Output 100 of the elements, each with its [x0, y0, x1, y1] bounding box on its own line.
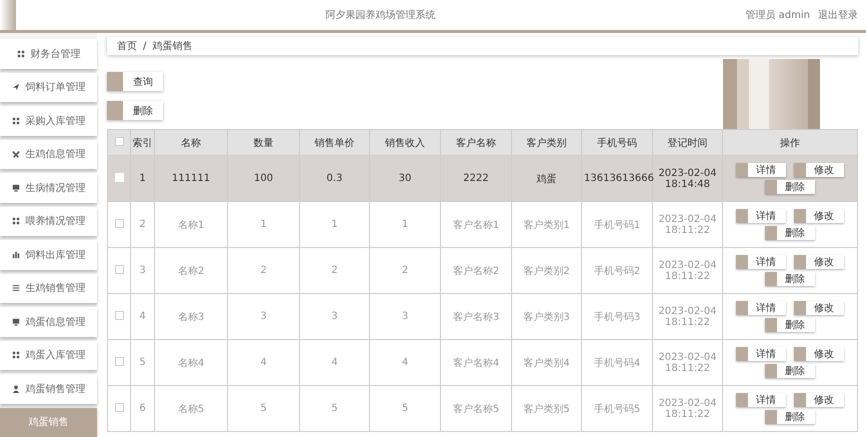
- sidebar-item[interactable]: 鸡蛋信息管理: [0, 307, 97, 336]
- column-header: 销售单价: [300, 130, 370, 156]
- table-cell: 手机号码1: [582, 202, 652, 248]
- checkbox[interactable]: [114, 402, 124, 412]
- table-cell: 13613613666: [582, 156, 652, 202]
- table-cell: 手机号码4: [582, 340, 652, 386]
- details-button[interactable]: 详情: [736, 255, 786, 269]
- table-cell: 手机号码3: [582, 294, 652, 340]
- table-cell: 2: [228, 248, 300, 294]
- grid-icon: [16, 50, 24, 58]
- sidebar-item[interactable]: 生病情况管理: [0, 173, 97, 202]
- list-icon: [12, 284, 20, 292]
- column-header: 销售收入: [370, 130, 440, 156]
- table-cell: 2023-02-04 18:11:22: [652, 340, 722, 386]
- sidebar-item[interactable]: 鸡蛋入库管理: [0, 340, 97, 370]
- table-cell: 手机号码2: [582, 248, 652, 294]
- table-cell: 6: [130, 386, 154, 432]
- table-cell: 4: [300, 340, 370, 386]
- edit-button[interactable]: 修改: [794, 255, 844, 269]
- grid-icon: [12, 217, 20, 226]
- checkbox[interactable]: [114, 356, 124, 366]
- monitor-icon: [12, 318, 20, 326]
- edit-button[interactable]: 修改: [794, 301, 844, 315]
- table-cell: 2222: [440, 156, 512, 202]
- delete-button[interactable]: 删除: [765, 318, 815, 332]
- table-cell: 客户名称5: [440, 386, 512, 432]
- table-cell: 名称3: [154, 294, 228, 340]
- checkbox[interactable]: [114, 310, 124, 320]
- table-cell: 客户类别3: [512, 294, 582, 340]
- table-cell: 名称1: [154, 202, 228, 248]
- table-cell: 3: [300, 294, 370, 340]
- sidebar-item[interactable]: 采购入库管理: [0, 106, 97, 136]
- checkbox[interactable]: [114, 136, 124, 146]
- table-cell: 3: [228, 294, 300, 340]
- table-cell: 4: [130, 294, 154, 340]
- breadcrumb-item[interactable]: 首页: [117, 39, 137, 53]
- table-cell: 30: [370, 156, 440, 202]
- table-cell: 客户名称1: [440, 202, 512, 248]
- sidebar-item[interactable]: 喂养情况管理: [0, 206, 97, 236]
- table-cell: 鸡蛋: [512, 156, 582, 202]
- app-title: 阿夕果园养鸡场管理系统: [324, 8, 437, 22]
- table-cell: 客户类别4: [512, 340, 582, 386]
- table-cell: 4: [228, 340, 300, 386]
- details-button[interactable]: 详情: [736, 163, 786, 177]
- delete-button[interactable]: 删除: [765, 410, 815, 424]
- table-cell: 5: [228, 386, 300, 432]
- table-cell: 4: [370, 340, 440, 386]
- delete-button[interactable]: 删除: [765, 272, 815, 286]
- breadcrumb-separator: /: [143, 40, 146, 52]
- monitor-icon: [12, 184, 20, 192]
- delete-button[interactable]: 删除: [765, 226, 815, 240]
- logout-link[interactable]: 退出登录: [818, 8, 858, 22]
- edit-button[interactable]: 修改: [794, 163, 844, 177]
- table-cell: 客户名称2: [440, 248, 512, 294]
- details-button[interactable]: 详情: [736, 301, 786, 315]
- edit-button[interactable]: 修改: [794, 347, 844, 361]
- grid-icon: [12, 351, 20, 360]
- table-cell: 2: [370, 248, 440, 294]
- table-cell: 名称5: [154, 386, 228, 432]
- delete-button[interactable]: 删除: [765, 364, 815, 378]
- sidebar-item[interactable]: 生鸡信息管理: [0, 140, 97, 169]
- table-cell: 5: [370, 386, 440, 432]
- checkbox[interactable]: [114, 264, 124, 274]
- breadcrumb-item: 鸡蛋销售: [152, 40, 192, 53]
- table-cell: 手机号码5: [582, 386, 652, 432]
- column-header: 操作: [722, 130, 858, 156]
- table-cell: 5: [130, 340, 154, 386]
- header-accent: [0, 0, 16, 30]
- table-cell: 名称4: [154, 340, 228, 386]
- table-cell: 2023-02-04 18:11:22: [652, 294, 722, 340]
- table-cell: 111111: [154, 156, 228, 202]
- column-header: 手机号码: [582, 130, 652, 156]
- search-button[interactable]: 查询: [107, 72, 163, 91]
- sidebar-item[interactable]: 生鸡销售管理: [0, 274, 97, 303]
- delete-button[interactable]: 删除: [107, 101, 163, 120]
- table-cell: 1: [130, 156, 154, 202]
- sidebar-item[interactable]: 饲料订单管理: [0, 72, 97, 102]
- tools-icon: [12, 150, 20, 158]
- table-cell: 客户名称3: [440, 294, 512, 340]
- table-cell: 3: [130, 248, 154, 294]
- chart-icon: [12, 250, 20, 259]
- table-cell: 1: [228, 202, 300, 248]
- paper-plane-icon: [12, 83, 20, 92]
- edit-button[interactable]: 修改: [794, 393, 844, 407]
- table-cell: 0.3: [300, 156, 370, 202]
- sidebar-item[interactable]: 财务台管理: [0, 39, 97, 68]
- details-button[interactable]: 详情: [736, 347, 786, 361]
- sidebar-item[interactable]: 鸡蛋销售管理: [0, 374, 97, 404]
- details-button[interactable]: 详情: [736, 393, 786, 407]
- checkbox[interactable]: [114, 218, 124, 228]
- edit-button[interactable]: 修改: [794, 209, 844, 223]
- details-button[interactable]: 详情: [736, 209, 786, 223]
- delete-button[interactable]: 删除: [765, 180, 815, 194]
- table-cell: 100: [228, 156, 300, 202]
- table-cell: 1: [370, 202, 440, 248]
- table-cell: 客户类别2: [512, 248, 582, 294]
- table-cell: 客户类别5: [512, 386, 582, 432]
- sidebar-item[interactable]: 饲料出库管理: [0, 240, 97, 270]
- table-cell: 3: [370, 294, 440, 340]
- column-header: 名称: [154, 130, 228, 156]
